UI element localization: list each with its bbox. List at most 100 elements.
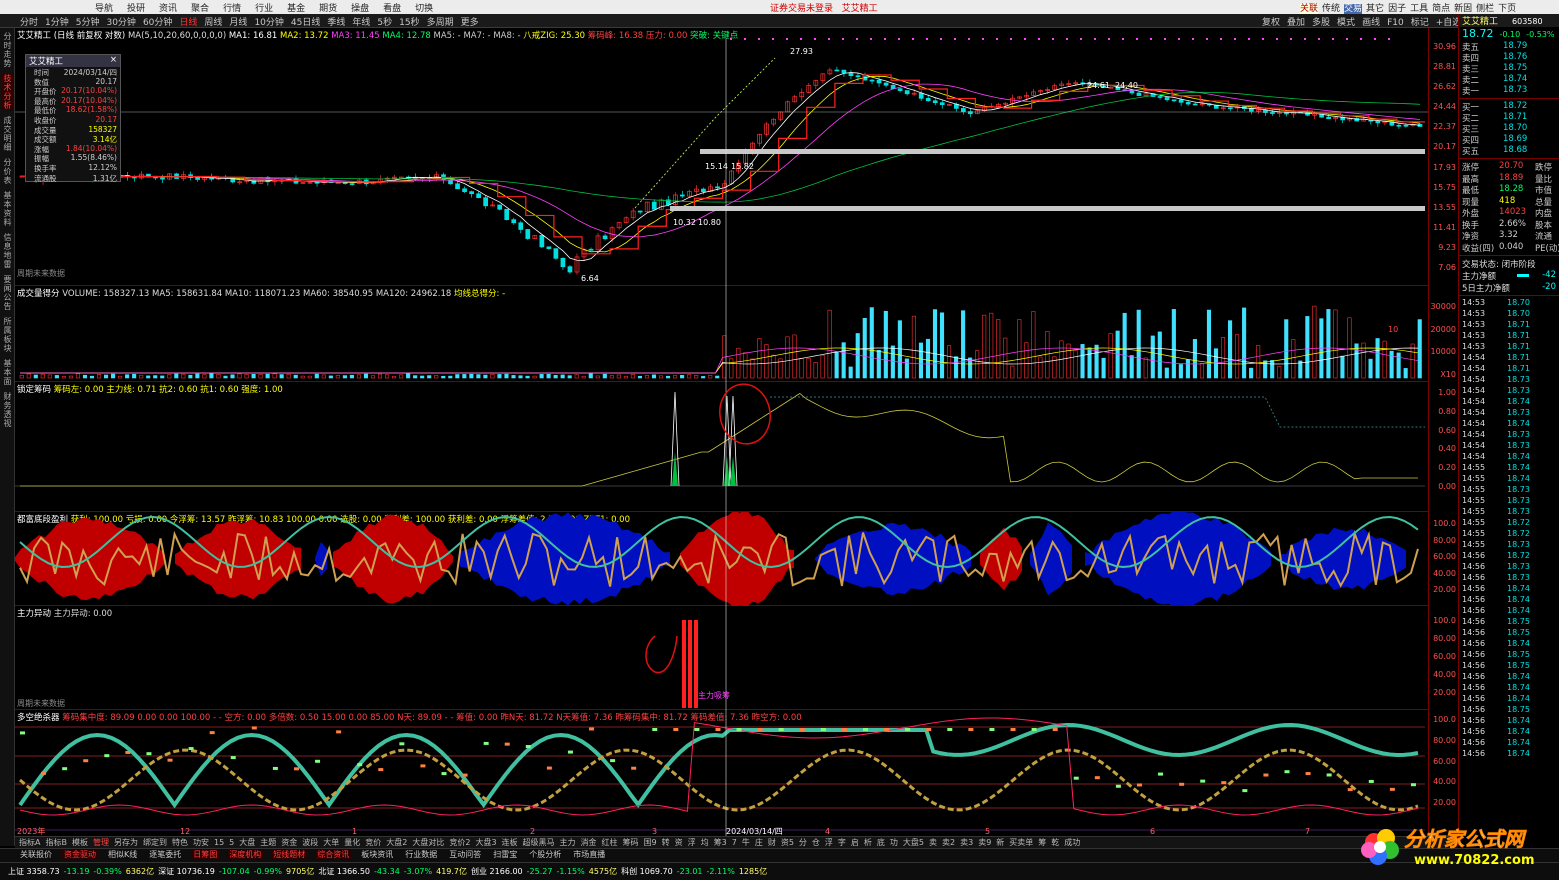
menu-item[interactable]: 资讯 xyxy=(159,1,177,14)
quick-button[interactable]: 其它 xyxy=(1366,4,1384,14)
menu-item[interactable]: 操盘 xyxy=(351,1,369,14)
menu-item[interactable]: 行情 xyxy=(223,1,241,14)
quick-button[interactable]: 因子 xyxy=(1388,4,1406,14)
tool-button[interactable]: 多股 xyxy=(1312,15,1330,28)
indicator-tab[interactable]: 均 xyxy=(701,837,709,848)
order-book-row[interactable]: 买三 18.70 xyxy=(1459,123,1559,135)
indicator-tab[interactable]: 析 xyxy=(864,837,872,848)
order-book-row[interactable]: 卖一 18.73 xyxy=(1459,85,1559,97)
chips-panel[interactable]: 锁定筹码 筹码左: 0.00 主力线: 0.71 抗2: 0.60 抗1: 0.… xyxy=(15,382,1428,512)
indicator-tab[interactable]: 大盘 xyxy=(239,837,255,848)
indicator-tab[interactable]: 成功 xyxy=(1064,837,1080,848)
indicator-tab[interactable]: 仓 xyxy=(812,837,820,848)
indicator-tab[interactable]: 主题 xyxy=(260,837,276,848)
quick-button[interactable]: 工具 xyxy=(1410,4,1428,14)
side-tab[interactable]: 分时走势 xyxy=(2,32,13,68)
feature-button[interactable]: 个股分析 xyxy=(527,849,563,860)
order-book-row[interactable]: 买一 18.72 xyxy=(1459,101,1559,113)
period-tab[interactable]: 周线 xyxy=(204,15,222,28)
tool-button[interactable]: 标记 xyxy=(1411,15,1429,28)
indicator-tab[interactable]: 卖 xyxy=(929,837,937,848)
indicator-tab[interactable]: 超级黑马 xyxy=(523,837,555,848)
feature-button[interactable]: 综合资讯 xyxy=(315,849,352,860)
indicator-tab[interactable]: 字 xyxy=(838,837,846,848)
order-book-row[interactable]: 买四 18.69 xyxy=(1459,134,1559,146)
login-status[interactable]: 证券交易未登录 艾艾精工 xyxy=(770,1,878,14)
side-tab[interactable]: 所属板块 xyxy=(2,317,13,353)
indicator-tab[interactable]: 大单 xyxy=(323,837,339,848)
main-move-panel[interactable]: 主力异动 主力异动: 0.00 主力吸筹 周期未来数据 xyxy=(15,606,1428,710)
indicator-tab[interactable]: 筹码 xyxy=(623,837,639,848)
indicator-tab[interactable]: 资 xyxy=(675,837,683,848)
period-tab-active[interactable]: 日线 xyxy=(179,15,197,28)
quick-button[interactable]: 侧栏 xyxy=(1476,4,1494,14)
indicator-tab[interactable]: 指标B xyxy=(45,837,67,848)
order-book-row[interactable]: 卖三 18.75 xyxy=(1459,63,1559,75)
indicator-tab[interactable]: 新 xyxy=(996,837,1004,848)
kline-chart[interactable]: 27.93 24.61 24.40 15.14 15.82 10.32 10.8… xyxy=(15,38,1428,286)
period-tab[interactable]: 5秒 xyxy=(377,15,392,28)
indicator-tab[interactable]: 浮 xyxy=(825,837,833,848)
indicator-tab[interactable]: 分 xyxy=(799,837,807,848)
quick-button[interactable]: 下页 xyxy=(1498,4,1516,14)
side-tab[interactable]: 信息地雷 xyxy=(2,233,13,269)
period-tab[interactable]: 季线 xyxy=(327,15,345,28)
side-tab[interactable]: 财务透视 xyxy=(2,392,13,428)
indicator-tab[interactable]: 竞价 xyxy=(365,837,381,848)
indicator-tab[interactable]: 资金 xyxy=(281,837,297,848)
sentiment-panel[interactable]: 多空绝杀器 筹码集中度: 89.09 0.00 0.00 100.00 - - … xyxy=(15,710,1428,836)
tool-button[interactable]: 叠加 xyxy=(1287,15,1305,28)
indicator-tab[interactable]: 庄 xyxy=(755,837,763,848)
close-icon[interactable]: × xyxy=(110,55,117,65)
indicator-tab[interactable]: 底 xyxy=(877,837,885,848)
menu-item[interactable]: 期货 xyxy=(319,1,337,14)
feature-button[interactable]: 相似K线 xyxy=(106,849,139,860)
indicator-tab[interactable]: 5 xyxy=(229,838,234,847)
indicator-tab[interactable]: 浮 xyxy=(688,837,696,848)
indicator-tab[interactable]: 7 xyxy=(732,838,737,847)
indicator-tab[interactable]: 筹3 xyxy=(714,837,727,848)
tool-button[interactable]: 画线 xyxy=(1362,15,1380,28)
period-tab[interactable]: 5分钟 xyxy=(76,15,100,28)
order-book-row[interactable]: 买二 18.71 xyxy=(1459,112,1559,124)
order-book-row[interactable]: 买五 18.68 xyxy=(1459,145,1559,157)
indicator-tab[interactable]: 筹 xyxy=(1038,837,1046,848)
quick-button[interactable]: 简点 xyxy=(1432,4,1450,14)
volume-panel[interactable]: 成交量得分 VOLUME: 158327.13 MA5: 158631.84 M… xyxy=(15,286,1428,382)
menu-item[interactable]: 行业 xyxy=(255,1,273,14)
indicator-tab[interactable]: 管理 xyxy=(93,837,109,848)
sentiment-chart[interactable]: 2023年 12 1 2 3 2024/03/14/四 4 5 6 7 xyxy=(15,710,1428,836)
side-tab[interactable]: 分价表 xyxy=(2,158,13,185)
menu-item[interactable]: 切换 xyxy=(415,1,433,14)
period-tab[interactable]: 30分钟 xyxy=(106,15,135,28)
indicator-tab[interactable]: 财 xyxy=(768,837,776,848)
main-move-chart[interactable]: 主力吸筹 周期未来数据 xyxy=(15,606,1428,710)
order-book-row[interactable]: 卖四 18.76 xyxy=(1459,52,1559,64)
period-tab[interactable]: 60分钟 xyxy=(143,15,172,28)
profit-panel[interactable]: 都富底段盈利 获利: 100.00 亏损: 0.00 今浮筹: 13.57 昨浮… xyxy=(15,512,1428,606)
side-tab-active[interactable]: 技术分析 xyxy=(2,74,13,110)
indicator-tab[interactable]: 另存为 xyxy=(114,837,138,848)
indicator-tab[interactable]: 波段 xyxy=(302,837,318,848)
period-tab[interactable]: 更多 xyxy=(461,15,479,28)
indicator-tab[interactable]: 模板 xyxy=(72,837,88,848)
indicator-tab[interactable]: 牛 xyxy=(742,837,750,848)
feature-button[interactable]: 板块资讯 xyxy=(359,849,395,860)
order-book-row[interactable]: 卖五 18.79 xyxy=(1459,41,1559,53)
menu-item[interactable]: 看盘 xyxy=(383,1,401,14)
menu-item[interactable]: 基金 xyxy=(287,1,305,14)
period-tab[interactable]: 多周期 xyxy=(427,15,454,28)
kline-panel[interactable]: 艾艾精工 (日线 前复权 对数) MA(5,10,20,60,0,0,0,0) … xyxy=(15,28,1428,286)
period-tab[interactable]: 月线 xyxy=(229,15,247,28)
feature-button[interactable]: 市场直播 xyxy=(571,849,607,860)
side-tab[interactable]: 成交明细 xyxy=(2,116,13,152)
feature-button[interactable]: 行业数据 xyxy=(403,849,439,860)
indicator-tab[interactable]: 指标A xyxy=(19,837,40,848)
indicator-tab[interactable]: 大盘2 xyxy=(386,837,407,848)
menu-item[interactable]: 投研 xyxy=(127,1,145,14)
period-tab[interactable]: 分时 xyxy=(20,15,38,28)
tool-button[interactable]: F10 xyxy=(1387,18,1404,28)
indicator-tab[interactable]: 大盘3 xyxy=(475,837,496,848)
menu-item[interactable]: 聚合 xyxy=(191,1,209,14)
indicator-tab[interactable]: 乾 xyxy=(1051,837,1059,848)
